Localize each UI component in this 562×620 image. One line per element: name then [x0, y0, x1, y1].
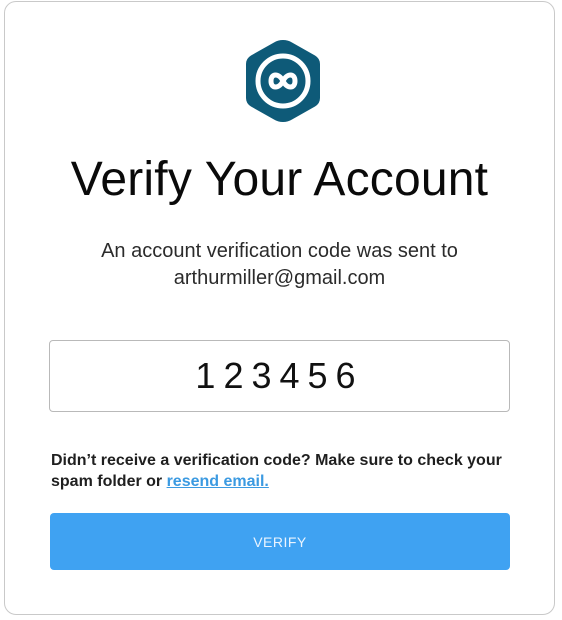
recipient-email: arthurmiller@gmail.com [173, 267, 386, 289]
infinity-hexagon-logo-icon [246, 40, 320, 122]
verification-card: Verify Your Account An account verificat… [4, 1, 555, 615]
verification-message: An account verification code was sent to… [5, 238, 554, 292]
resend-email-link[interactable]: resend email. [167, 473, 269, 490]
page-title: Verify Your Account [70, 153, 489, 206]
verify-button[interactable]: VERIFY [50, 513, 510, 570]
help-message: Didn’t receive a verification code? Make… [51, 452, 502, 490]
verification-code-input[interactable] [50, 355, 509, 397]
verification-code-field[interactable] [49, 340, 510, 412]
help-text: Didn’t receive a verification code? Make… [51, 450, 521, 492]
verification-message-line: An account verification code was sent to [101, 240, 458, 262]
